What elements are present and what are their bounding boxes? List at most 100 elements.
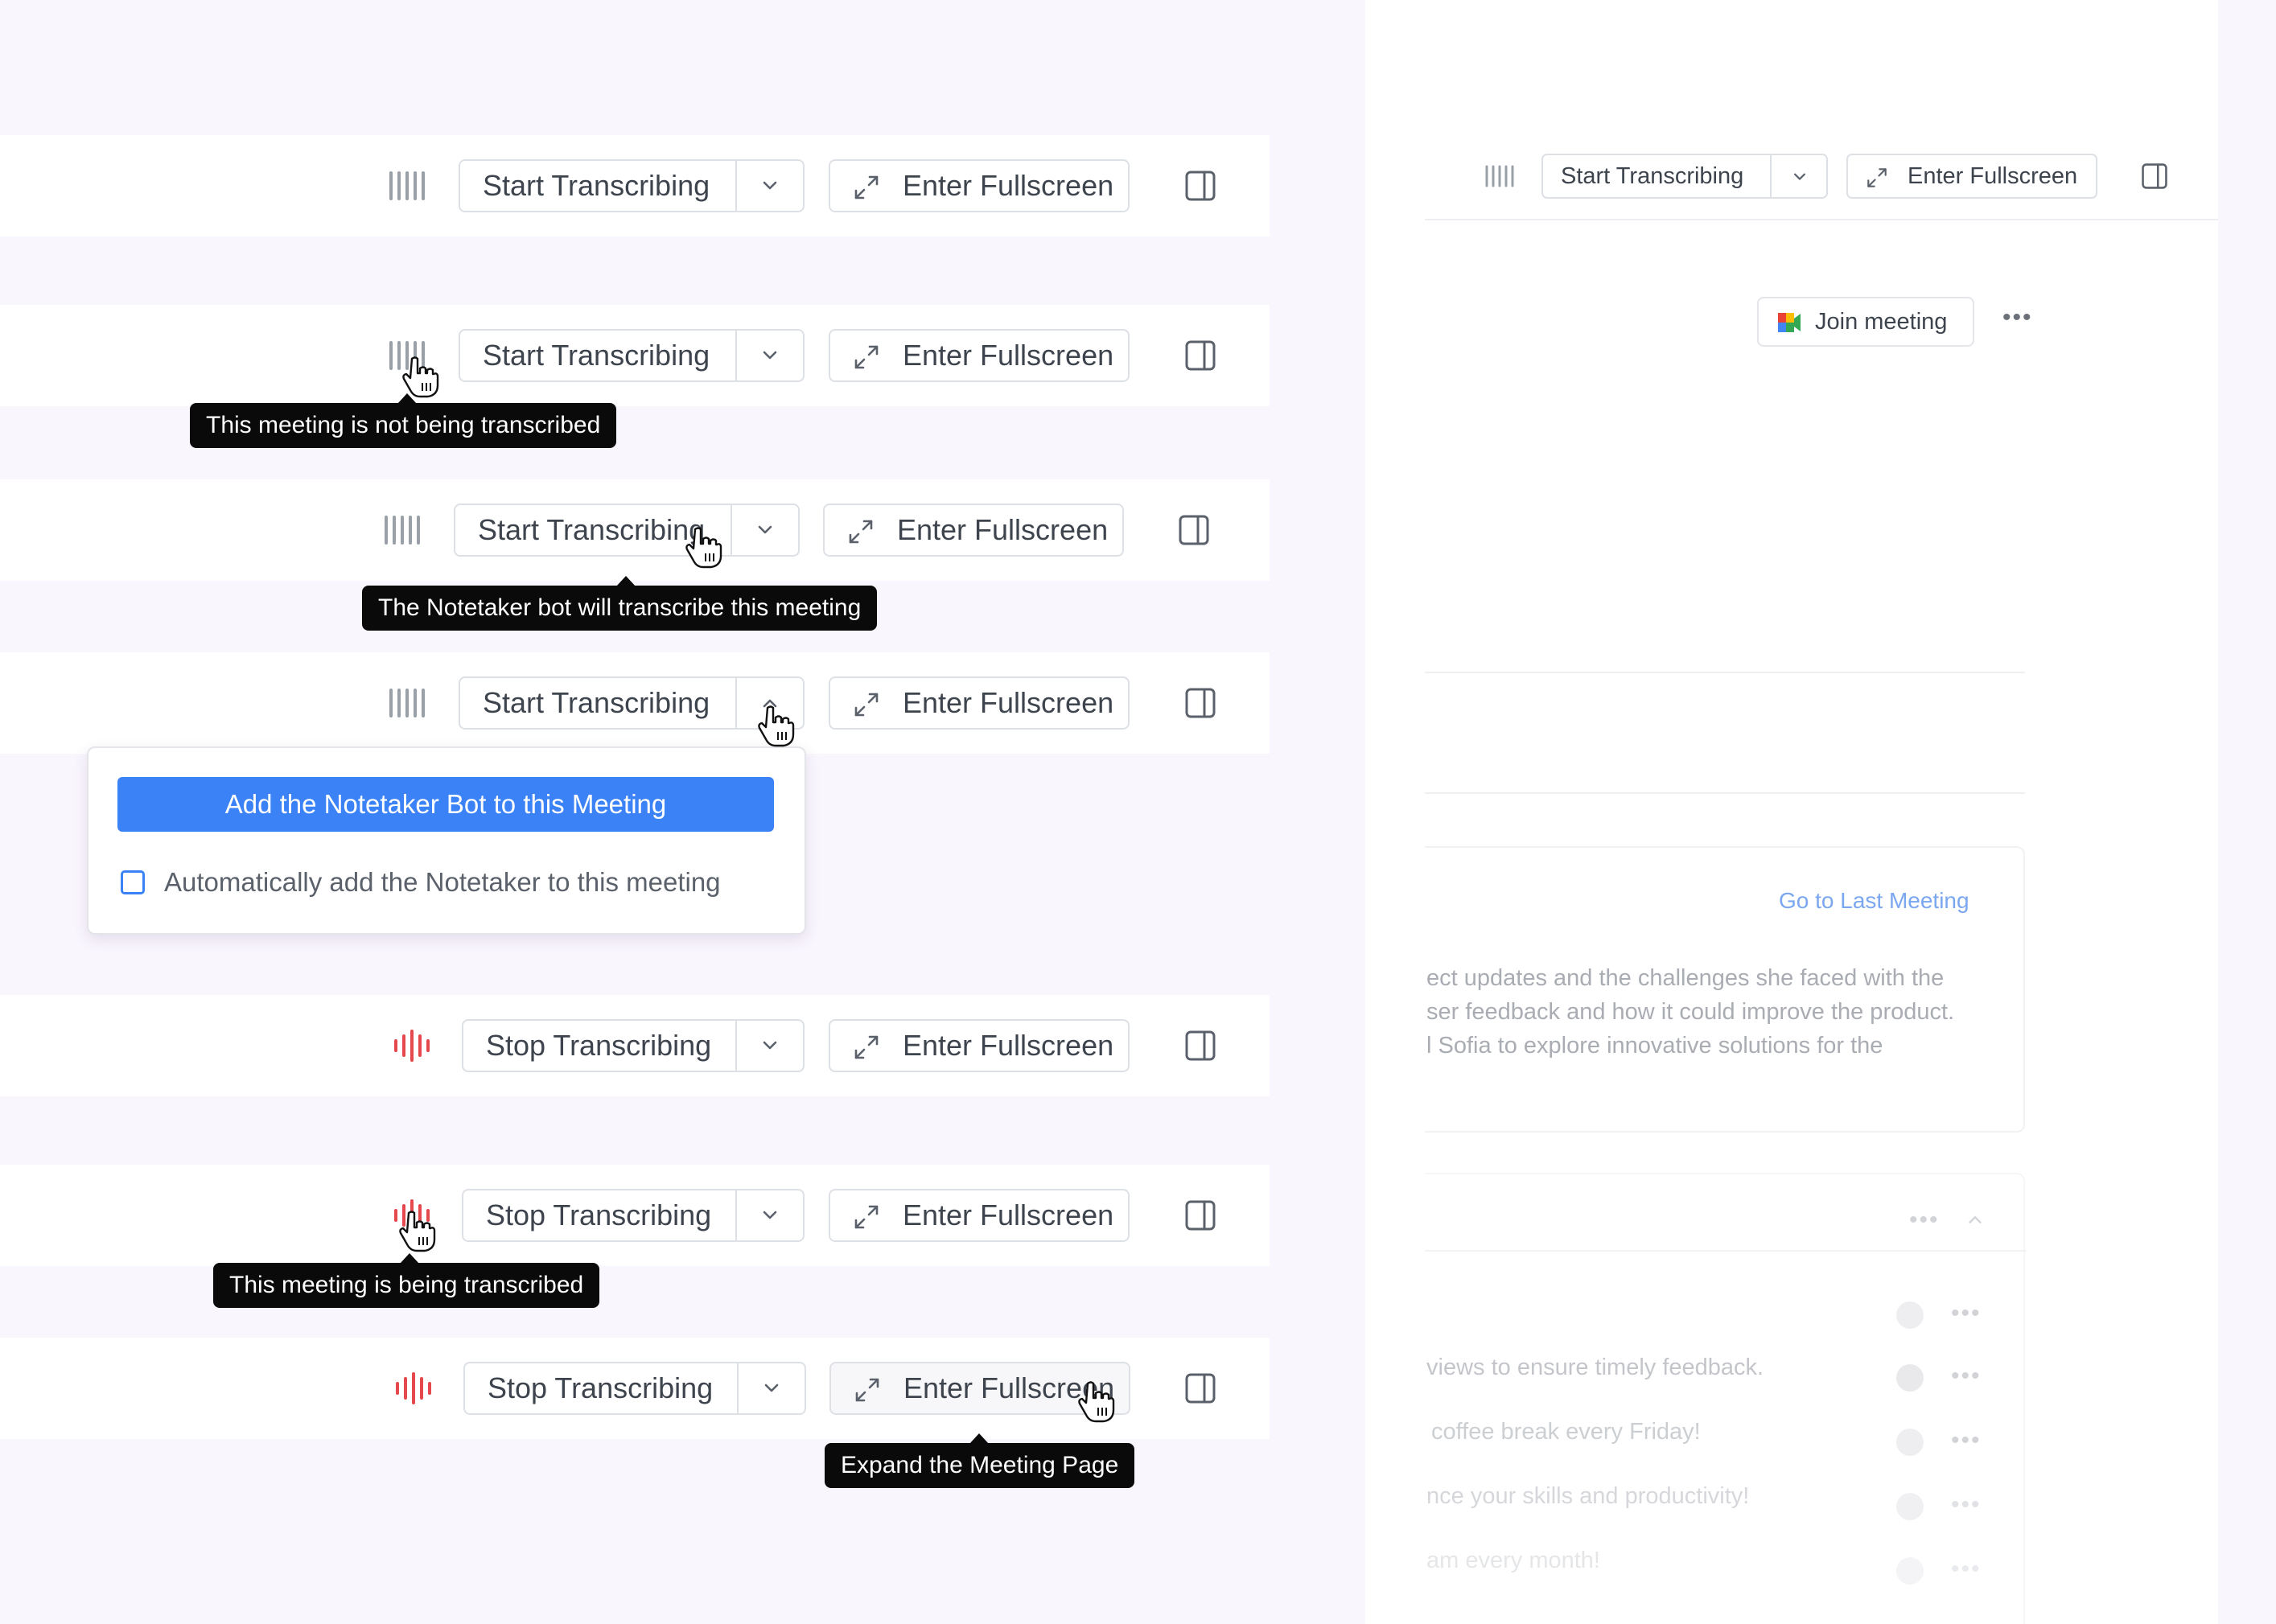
chevron-down-icon[interactable] <box>759 175 780 196</box>
more-options-icon[interactable]: ••• <box>1909 1207 1940 1234</box>
enter-fullscreen-button[interactable]: Enter Fullscreen <box>823 504 1124 557</box>
auto-add-checkbox[interactable] <box>121 870 145 894</box>
fullscreen-label[interactable]: Enter Fullscreen <box>903 1190 1113 1240</box>
transcribe-split-button[interactable]: Stop Transcribing <box>463 1362 806 1415</box>
sidebar-toggle-icon[interactable] <box>1184 1372 1216 1404</box>
meeting-page: Start Transcribing Enter Fullscreen Join… <box>1425 0 2218 1624</box>
sidebar-toggle-icon[interactable] <box>1184 687 1216 719</box>
sidebar-toggle-icon[interactable] <box>1184 170 1216 202</box>
chevron-down-icon[interactable] <box>759 1205 780 1226</box>
tooltip-bot-will-transcribe: The Notetaker bot will transcribe this m… <box>362 576 878 631</box>
more-options-icon[interactable]: ••• <box>1951 1363 1982 1390</box>
transcribe-split-button[interactable]: Stop Transcribing <box>462 1189 805 1242</box>
chevron-down-icon[interactable] <box>755 520 776 541</box>
sidebar-toggle-icon[interactable] <box>1184 1199 1216 1231</box>
fullscreen-label[interactable]: Enter Fullscreen <box>903 161 1113 211</box>
action-item-text: nce your skills and productivity! <box>1426 1483 1750 1509</box>
add-notetaker-button[interactable]: Add the Notetaker Bot to this Meeting <box>117 777 774 832</box>
more-options-icon[interactable]: ••• <box>1951 1491 1982 1519</box>
chevron-down-icon[interactable] <box>759 345 780 366</box>
expand-icon <box>854 345 879 369</box>
tooltip-arrow <box>397 393 417 404</box>
split-divider <box>735 1021 737 1071</box>
toolbar-row: Start Transcribing Enter Fullscreen <box>0 305 1270 406</box>
toolbar-row: Stop Transcribing Enter Fullscreen <box>0 1165 1270 1266</box>
transcription-status-icon[interactable] <box>1484 164 1517 188</box>
right-margin <box>2218 0 2276 1624</box>
more-options-icon[interactable]: ••• <box>2002 304 2033 331</box>
chevron-down-icon[interactable] <box>761 1378 782 1399</box>
tooltip-arrow <box>400 1253 419 1264</box>
transcribe-split-button[interactable]: Start Transcribing <box>454 504 800 557</box>
avatar <box>1896 1429 1924 1456</box>
tooltip-text: This meeting is being transcribed <box>229 1272 584 1298</box>
fullscreen-label[interactable]: Enter Fullscreen <box>903 1021 1113 1071</box>
go-to-last-meeting-link[interactable]: Go to Last Meeting <box>1779 888 1969 914</box>
transcribe-button-label[interactable]: Start Transcribing <box>483 678 710 728</box>
transcribe-split-button[interactable]: Stop Transcribing <box>462 1019 805 1072</box>
transcribe-button-label[interactable]: Start Transcribing <box>483 161 710 211</box>
tooltip-text: Expand the Meeting Page <box>841 1452 1119 1478</box>
split-divider <box>735 161 737 211</box>
sidebar-toggle-icon[interactable] <box>2141 162 2168 190</box>
join-meeting-label[interactable]: Join meeting <box>1815 298 1947 345</box>
chevron-down-icon[interactable] <box>759 1035 780 1056</box>
recording-status-icon[interactable] <box>393 1030 431 1062</box>
more-options-icon[interactable]: ••• <box>1951 1427 1982 1454</box>
tooltip-expand-page: Expand the Meeting Page <box>825 1433 1135 1488</box>
avatar <box>1896 1557 1924 1585</box>
transcribe-split-button[interactable]: Start Transcribing <box>459 159 805 212</box>
summary-line: l Sofia to explore innovative solutions … <box>1426 1033 1883 1059</box>
transcribe-button-label[interactable]: Stop Transcribing <box>486 1021 711 1071</box>
chevron-up-icon[interactable] <box>1965 1210 1985 1229</box>
sidebar-toggle-icon[interactable] <box>1178 514 1210 546</box>
chevron-down-icon[interactable] <box>1791 168 1809 186</box>
sidebar-toggle-icon[interactable] <box>1184 339 1216 372</box>
fullscreen-label[interactable]: Enter Fullscreen <box>903 331 1113 380</box>
more-options-icon[interactable]: ••• <box>1951 1300 1982 1327</box>
auto-add-label[interactable]: Automatically add the Notetaker to this … <box>164 864 721 901</box>
transcription-status-icon[interactable] <box>383 514 422 546</box>
enter-fullscreen-button[interactable]: Enter Fullscreen <box>829 676 1130 730</box>
sidebar-toggle-icon[interactable] <box>1184 1030 1216 1062</box>
enter-fullscreen-button[interactable]: Enter Fullscreen <box>829 329 1130 382</box>
transcribe-button-label[interactable]: Start Transcribing <box>1561 155 1743 197</box>
expand-icon <box>1867 168 1887 187</box>
summary-line: ser feedback and how it could improve th… <box>1426 999 1955 1025</box>
enter-fullscreen-button[interactable]: Enter Fullscreen <box>1846 154 2097 199</box>
avatar <box>1896 1364 1924 1392</box>
more-options-icon[interactable]: ••• <box>1951 1556 1982 1583</box>
column-gutter <box>1365 0 1425 1624</box>
action-item-text: am every month! <box>1426 1548 1600 1573</box>
split-divider <box>731 505 732 555</box>
hand-cursor-icon <box>1078 1381 1115 1423</box>
tooltip-arrow <box>969 1433 989 1444</box>
transcription-status-icon[interactable] <box>388 170 426 202</box>
hand-cursor-icon <box>758 705 795 747</box>
toolbar-row: Start Transcribing Enter Fullscreen <box>0 652 1270 754</box>
transcribe-button-label[interactable]: Start Transcribing <box>478 505 705 555</box>
transcribe-button-label[interactable]: Stop Transcribing <box>488 1363 713 1413</box>
transcribe-split-button[interactable]: Start Transcribing <box>459 676 805 730</box>
divider <box>1425 792 2025 794</box>
split-divider <box>735 1190 737 1240</box>
transcribe-button-label[interactable]: Stop Transcribing <box>486 1190 711 1240</box>
fullscreen-label[interactable]: Enter Fullscreen <box>897 505 1108 555</box>
enter-fullscreen-button[interactable]: Enter Fullscreen <box>829 1019 1130 1072</box>
recording-status-icon[interactable] <box>394 1372 433 1404</box>
toolbar-row: Stop Transcribing Enter Fullscreen <box>0 995 1270 1096</box>
split-divider <box>735 678 737 728</box>
enter-fullscreen-button[interactable]: Enter Fullscreen <box>829 159 1130 212</box>
transcribe-split-button[interactable]: Start Transcribing <box>459 329 805 382</box>
fullscreen-label[interactable]: Enter Fullscreen <box>903 678 1113 728</box>
transcribe-button-label[interactable]: Start Transcribing <box>483 331 710 380</box>
transcription-status-icon[interactable] <box>388 687 426 719</box>
transcribe-split-button[interactable]: Start Transcribing <box>1541 154 1828 199</box>
tooltip-not-transcribed: This meeting is not being transcribed <box>190 393 617 448</box>
split-divider <box>737 1363 739 1413</box>
enter-fullscreen-button[interactable]: Enter Fullscreen <box>829 1189 1130 1242</box>
join-meeting-button[interactable]: Join meeting <box>1757 297 1974 347</box>
expand-icon <box>854 693 879 717</box>
avatar <box>1896 1493 1924 1520</box>
fullscreen-label[interactable]: Enter Fullscreen <box>1908 155 2077 197</box>
